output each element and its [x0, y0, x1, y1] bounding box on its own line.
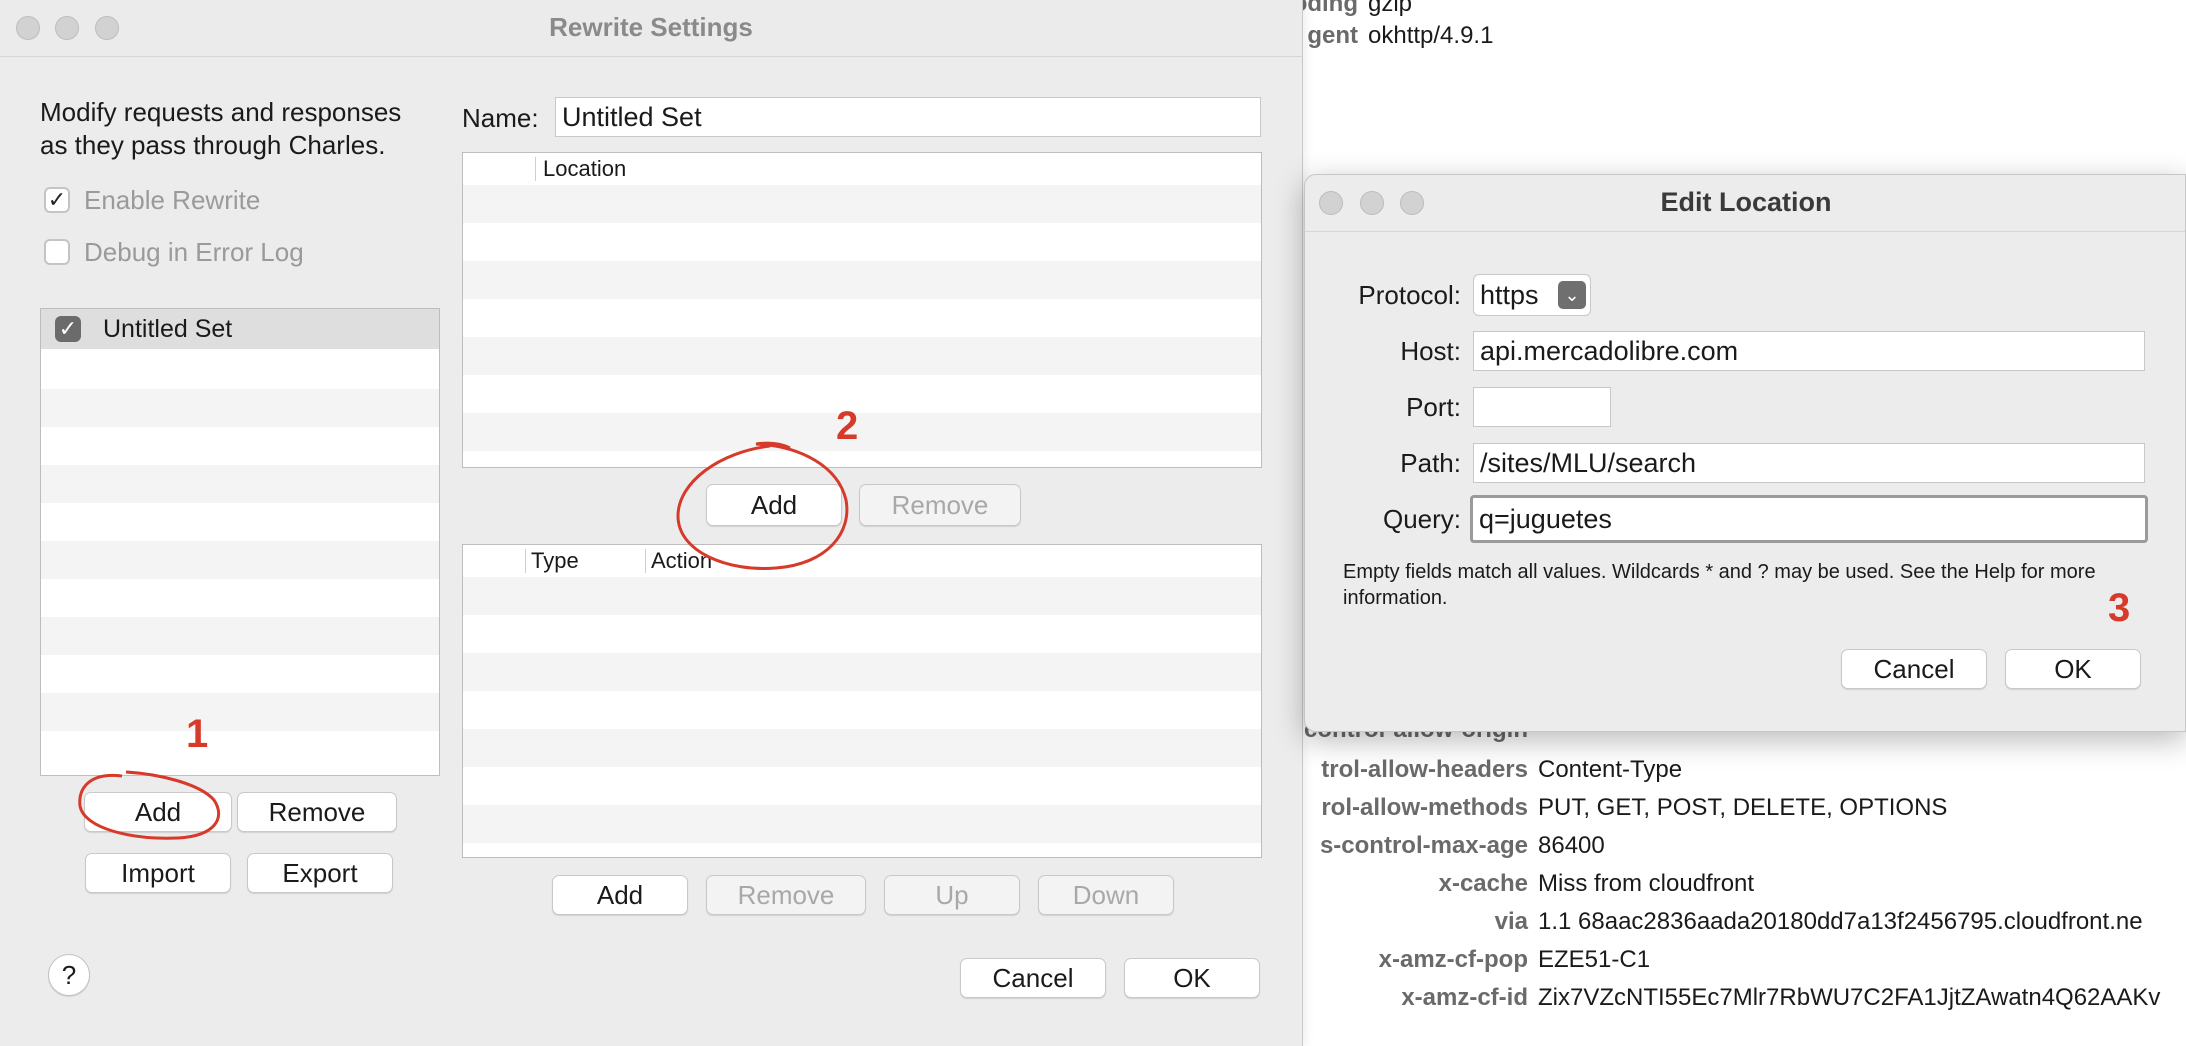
- annotation-step-2: 2: [836, 404, 859, 448]
- annotation-circle-1: [78, 770, 221, 840]
- annotation-overlay: [78, 441, 849, 840]
- annotation-circle-2: [676, 441, 849, 571]
- annotation-step-3: 3: [2108, 586, 2131, 630]
- annotation-step-1: 1: [186, 712, 209, 756]
